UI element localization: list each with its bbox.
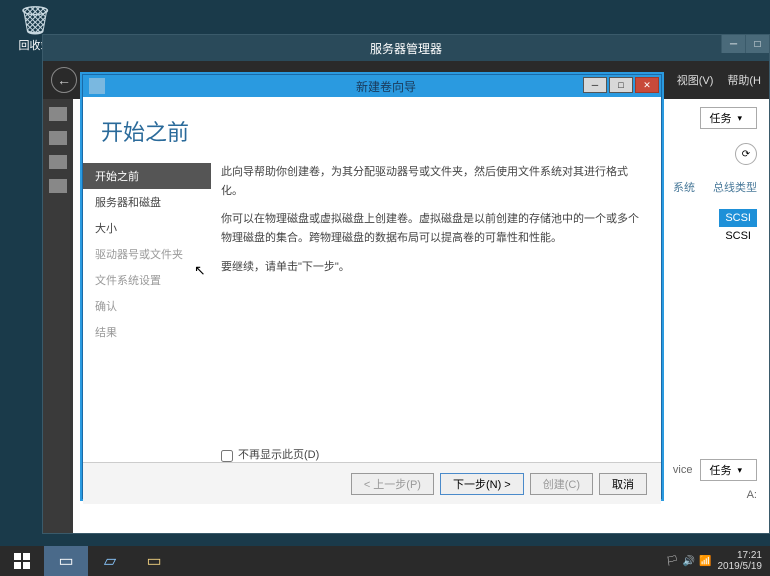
wizard-title: 新建卷向导	[111, 78, 661, 95]
step-filesystem: 文件系统设置	[83, 267, 211, 293]
tasks-dropdown[interactable]: 任务	[700, 107, 757, 129]
dont-show-checkbox-row: 不再显示此页(D)	[221, 446, 641, 465]
sidebar-icon[interactable]	[49, 107, 67, 121]
maximize-button[interactable]: □	[609, 77, 633, 93]
step-size[interactable]: 大小	[83, 215, 211, 241]
sidebar-icon[interactable]	[49, 131, 67, 145]
previous-button: < 上一步(P)	[351, 473, 434, 495]
tasks-dropdown-2[interactable]: 任务	[700, 459, 757, 481]
minimize-button[interactable]: ─	[721, 35, 745, 53]
tray-icon[interactable]: 🔊	[683, 556, 695, 567]
table-row[interactable]: SCSI	[719, 209, 757, 227]
wizard-text-1: 此向导帮助你创建卷，为其分配驱动器号或文件夹，然后使用文件系统对其进行格式化。	[221, 163, 641, 200]
dont-show-label: 不再显示此页(D)	[238, 446, 319, 465]
clock[interactable]: 17:21 2019/5/19	[718, 550, 763, 572]
menu-view[interactable]: 视图(V)	[677, 72, 714, 88]
system-tray[interactable]: 🏳 🔊 📶 17:21 2019/5/19	[658, 546, 770, 576]
wizard-content: 此向导帮助你创建卷，为其分配驱动器号或文件夹，然后使用文件系统对其进行格式化。 …	[211, 157, 661, 462]
menu-help[interactable]: 帮助(H	[727, 72, 761, 88]
server-manager-sidebar	[43, 99, 73, 533]
recycle-bin-icon: 🗑	[10, 4, 60, 37]
server-manager-titlebar[interactable]: 服务器管理器 ─ □	[43, 35, 769, 61]
step-result: 结果	[83, 319, 211, 345]
tray-icon[interactable]: 🏳	[666, 556, 679, 567]
wizard-footer: < 上一步(P) 下一步(N) > 创建(C) 取消	[83, 462, 661, 504]
server-manager-title: 服务器管理器	[370, 40, 442, 57]
step-server-disk[interactable]: 服务器和磁盘	[83, 189, 211, 215]
wizard-header: 开始之前	[101, 115, 661, 147]
col-bustype[interactable]: 总线类型	[713, 179, 757, 195]
close-button[interactable]: ✕	[635, 77, 659, 93]
taskbar-powershell[interactable]: ▱	[88, 546, 132, 576]
back-button[interactable]: ←	[51, 67, 77, 93]
col-system[interactable]: 系统	[673, 179, 695, 195]
cancel-button[interactable]: 取消	[599, 473, 647, 495]
minimize-button[interactable]: ─	[583, 77, 607, 93]
lower-text: A:	[747, 489, 757, 501]
sidebar-icon[interactable]	[49, 179, 67, 193]
taskbar-server-manager[interactable]: ▭	[44, 546, 88, 576]
step-drive-letter: 驱动器号或文件夹	[83, 241, 211, 267]
new-volume-wizard: 新建卷向导 ─ □ ✕ 开始之前 开始之前 服务器和磁盘 大小 驱动器号或文件夹…	[82, 74, 662, 499]
step-confirm: 确认	[83, 293, 211, 319]
tray-icon[interactable]: 📶	[699, 556, 711, 567]
start-button[interactable]	[0, 546, 44, 576]
sidebar-icon[interactable]	[49, 155, 67, 169]
taskbar: ▭ ▱ ▭ 🏳 🔊 📶 17:21 2019/5/19	[0, 546, 770, 576]
table-row[interactable]: SCSI	[719, 227, 757, 245]
wizard-text-2: 你可以在物理磁盘或虚拟磁盘上创建卷。虚拟磁盘是以前创建的存储池中的一个或多个物理…	[221, 210, 641, 247]
wizard-text-3: 要继续，请单击"下一步"。	[221, 258, 641, 277]
create-button: 创建(C)	[530, 473, 593, 495]
taskbar-explorer[interactable]: ▭	[132, 546, 176, 576]
maximize-button[interactable]: □	[745, 35, 769, 53]
step-before-begin[interactable]: 开始之前	[83, 163, 211, 189]
refresh-button[interactable]: ⟳	[735, 143, 757, 165]
lower-label: vice	[673, 464, 693, 476]
wizard-titlebar[interactable]: 新建卷向导 ─ □ ✕	[83, 75, 661, 97]
dont-show-checkbox[interactable]	[221, 450, 233, 462]
wizard-icon	[89, 78, 105, 94]
next-button[interactable]: 下一步(N) >	[440, 473, 524, 495]
wizard-steps: 开始之前 服务器和磁盘 大小 驱动器号或文件夹 文件系统设置 确认 结果	[83, 157, 211, 462]
